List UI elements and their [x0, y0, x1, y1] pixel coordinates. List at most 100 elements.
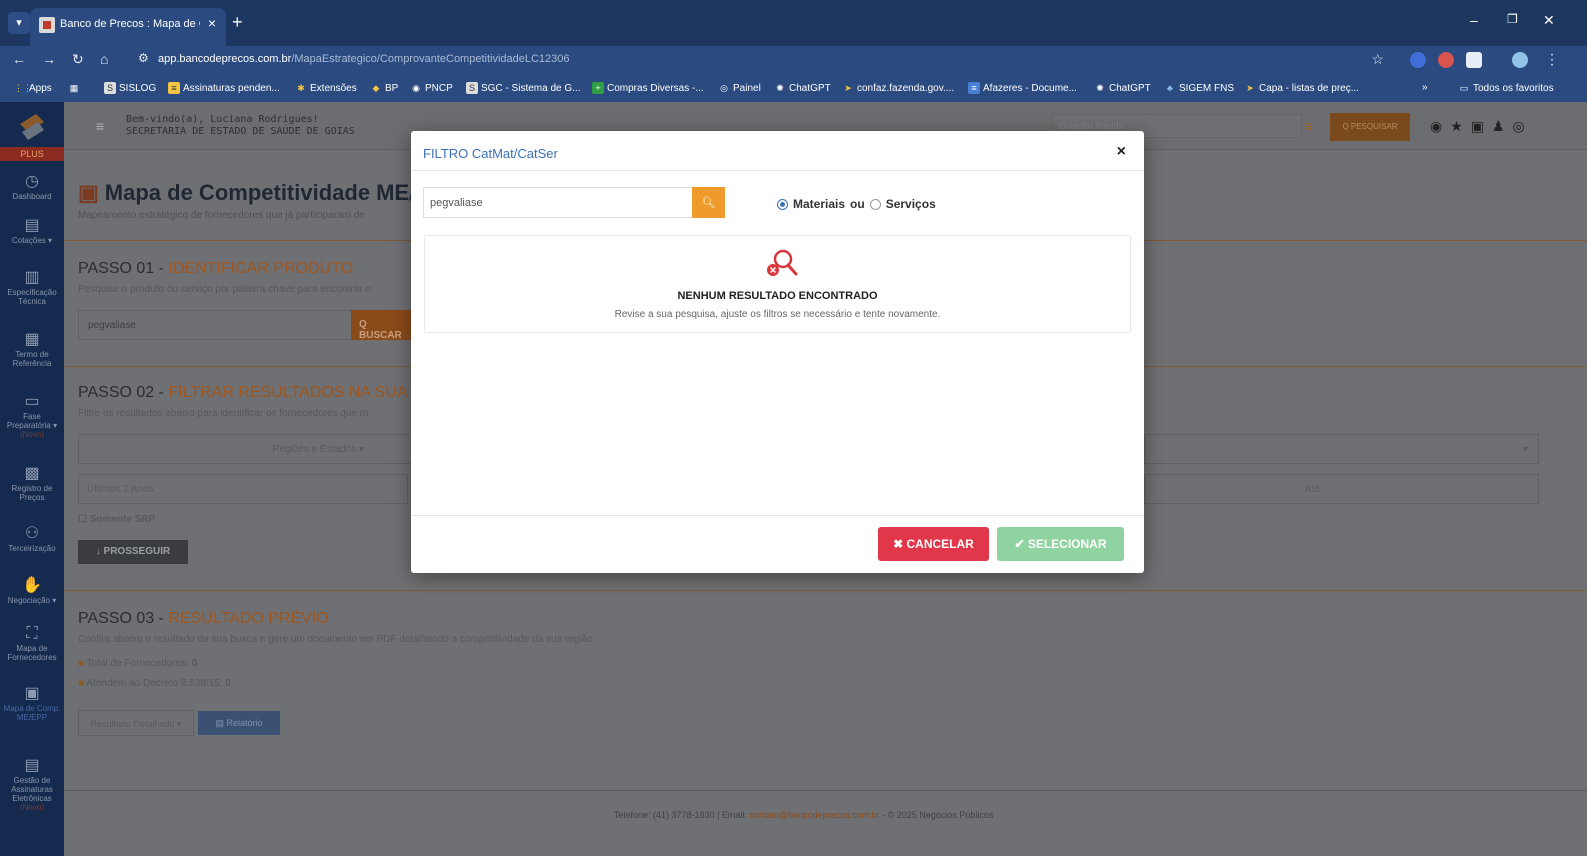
browser-tab[interactable]: Banco de Precos : Mapa de Co × — [30, 8, 226, 46]
sidebar-item-negociacao[interactable]: ✋ Negociação ▾ — [0, 576, 64, 605]
tab-close-icon[interactable]: × — [208, 15, 216, 31]
sidebar-item-terceirizacao[interactable]: ⚇ Terceirização — [0, 524, 64, 553]
catmat-filter-modal: FILTRO CatMat/CatSer × 🔍︎ Materiais ou S… — [411, 131, 1144, 573]
modal-close-icon[interactable]: × — [1117, 143, 1126, 161]
sidebar-item-mapa-fornecedores[interactable]: ⛶ Mapa de Fornecedores — [0, 624, 64, 662]
dashboard-icon: ◷ — [25, 173, 39, 190]
window-close-icon[interactable]: ✕ — [1543, 12, 1555, 29]
confaz-icon: ➤ — [844, 83, 852, 93]
passo3-desc: Confira abaixo o resultado da sua busca … — [78, 634, 593, 645]
browser-tab-bar: ▾ Banco de Precos : Mapa de Co × + – ❐ ✕ — [0, 0, 1587, 46]
bookmark-extensoes[interactable]: ✱ Extensões — [295, 82, 356, 94]
url-path: /MapaEstrategico/ComprovanteCompetitivid… — [291, 53, 570, 65]
bookmark-pncp[interactable]: ◉ PNCP — [410, 82, 453, 94]
sidebar-item-gestao-assinaturas[interactable]: ▤ Gestão de Assinaturas Eletrônicas (Novo) — [0, 756, 64, 812]
back-arrow-icon[interactable]: ← — [12, 51, 26, 67]
top-action-icons[interactable]: ◉★▣♟◎ — [1430, 118, 1533, 135]
bookmark-capa[interactable]: ➤ Capa - listas de preç... — [1244, 82, 1359, 94]
bookmark-sislog[interactable]: S SISLOG — [104, 82, 156, 94]
handshake-icon: ✋ — [22, 577, 42, 594]
puzzle-icon: ✱ — [297, 83, 305, 93]
bookmark-painel[interactable]: ◎ Painel — [718, 82, 761, 94]
grid-icon: ▦ — [69, 83, 79, 93]
radio-materiais[interactable] — [777, 198, 788, 210]
capa-icon: ➤ — [1246, 83, 1254, 93]
bookmark-afazeres[interactable]: ≡ Afazeres - Docume... — [968, 82, 1077, 94]
bookmark-grid-icon[interactable]: ▦ — [68, 82, 80, 94]
buscar-button[interactable]: Q BUSCAR — [351, 310, 411, 341]
welcome-text: Bem-vindo(a), Luciana Rodrigues! SECRETA… — [126, 114, 355, 138]
extension-adblock-icon[interactable] — [1438, 52, 1454, 68]
bookmarks-more-button[interactable]: » — [1422, 82, 1428, 93]
sidebar-item-registro[interactable]: ▩ Registro de Preços — [0, 464, 64, 502]
sidebar-item-especificacao[interactable]: ▥ Especificação Técnica — [0, 268, 64, 306]
radio-servicos-label[interactable]: Serviços — [886, 197, 936, 211]
selecionar-button[interactable]: ✔ SELECIONAR — [997, 527, 1124, 561]
globe-icon: ◉ — [412, 83, 420, 93]
page-title: ▣ Mapa de Competitividade ME/EPP — [78, 180, 460, 205]
passo2-desc: Filtre os resultados abaixo para identif… — [78, 408, 369, 419]
bookmark-apps[interactable]: ⋮⋮ Apps — [14, 82, 52, 94]
bookmark-chatgpt-2[interactable]: ✺ ChatGPT — [1094, 82, 1150, 94]
browser-menu-icon[interactable]: ⋮ — [1545, 51, 1559, 68]
reload-icon[interactable]: ↻ — [72, 51, 84, 68]
footer-email-link[interactable]: contato@bancodeprecos.com.br — [749, 810, 879, 820]
product-search-input[interactable]: pegvaliase — [78, 310, 352, 340]
extension-icon[interactable] — [1410, 52, 1426, 68]
bookmark-sgc[interactable]: S SGC - Sistema de G... — [466, 82, 580, 94]
radio-servicos[interactable] — [869, 198, 881, 210]
bookmark-chatgpt[interactable]: ✺ ChatGPT — [774, 82, 830, 94]
tab-search-chevron-icon[interactable]: ▾ — [8, 12, 30, 34]
radio-ou-label: ou — [850, 197, 865, 211]
tipo-radio-group: Materiais ou Serviços — [777, 197, 936, 211]
periodo-input[interactable]: Últimos 2 Anos — [78, 474, 408, 504]
tab-favicon-icon — [39, 17, 55, 33]
secondary-select[interactable]: ▾ — [1144, 434, 1539, 464]
relatorio-button[interactable]: ▤ Relatório — [198, 711, 280, 735]
cancelar-button[interactable]: ✖ CANCELAR — [878, 527, 989, 561]
restore-icon[interactable]: ❐ — [1507, 12, 1518, 26]
site-settings-icon[interactable]: ⚙ — [138, 51, 149, 65]
all-favorites-folder[interactable]: ▭ Todos os favoritos — [1458, 82, 1554, 94]
catmat-search-input[interactable] — [423, 187, 693, 218]
extensions-puzzle-icon[interactable] — [1466, 52, 1482, 68]
minimize-icon[interactable]: – — [1470, 12, 1478, 28]
new-tag: (Novo) — [19, 803, 44, 812]
sidebar-item-fase-preparatoria[interactable]: ▭ Fase Preparatória ▾ (Novo) — [0, 392, 64, 439]
docs-icon: ≡ — [968, 82, 980, 94]
bookmark-compras[interactable]: + Compras Diversas -... — [592, 82, 704, 94]
somente-srp-checkbox[interactable]: ☐ Somente SRP — [78, 514, 155, 525]
passo1-desc: Pesquise o produto ou serviço por palavr… — [78, 284, 371, 295]
sidebar-item-mapa-comp[interactable]: ▣ Mapa de Comp. ME/EPP — [0, 684, 64, 722]
no-result-description: Revise a sua pesquisa, ajuste os filtros… — [614, 309, 941, 320]
home-icon[interactable]: ⌂ — [100, 51, 108, 67]
apps-grid-icon: ⋮⋮ — [14, 83, 32, 93]
bookmark-star-icon[interactable]: ☆ — [1371, 51, 1384, 68]
banco-de-precos-logo-icon — [20, 114, 44, 140]
welcome-user: Bem-vindo(a), Luciana Rodrigues! — [126, 114, 319, 125]
url-field[interactable]: ⚙ app.bancodeprecos.com.br/MapaEstrategi… — [134, 48, 1396, 72]
sidebar-item-termo[interactable]: ▦ Termo de Referência — [0, 330, 64, 368]
sidebar-item-cotacoes[interactable]: ▤ Cotações ▾ — [0, 216, 64, 245]
catmat-search-button[interactable]: 🔍︎ — [692, 187, 725, 218]
forward-arrow-icon[interactable]: → — [42, 51, 56, 67]
url-domain: app.bancodeprecos.com.br — [158, 53, 292, 65]
sidebar-item-dashboard[interactable]: ◷ Dashboard — [0, 172, 64, 201]
prosseguir-button[interactable]: ↓ PROSSEGUIR — [78, 540, 188, 564]
modal-header: FILTRO CatMat/CatSer × — [411, 131, 1144, 171]
ate-input[interactable]: Até — [1144, 474, 1539, 504]
list-menu-icon[interactable]: ≡ — [1304, 118, 1312, 134]
bookmark-assinaturas[interactable]: ≡ Assinaturas penden... — [168, 82, 280, 94]
bookmark-confaz[interactable]: ➤ confaz.fazenda.gov.... — [842, 82, 954, 94]
new-tag: (Novo) — [19, 430, 44, 439]
search-icon: 🔍︎ — [701, 197, 716, 209]
chatgpt-icon: ✺ — [776, 83, 784, 93]
bookmark-bp[interactable]: ◆ BP — [370, 82, 399, 94]
hamburger-menu-icon[interactable]: ≡ — [96, 118, 104, 134]
resultado-select[interactable]: Resultado Detalhado ▾ — [78, 710, 194, 736]
bookmark-sigem[interactable]: ♣ SIGEM FNS — [1164, 82, 1234, 94]
radio-materiais-label[interactable]: Materiais — [793, 197, 845, 211]
profile-avatar-icon[interactable] — [1512, 52, 1528, 68]
pesquisar-button[interactable]: Q PESQUISAR — [1330, 113, 1410, 141]
new-tab-plus-icon[interactable]: + — [232, 12, 243, 33]
